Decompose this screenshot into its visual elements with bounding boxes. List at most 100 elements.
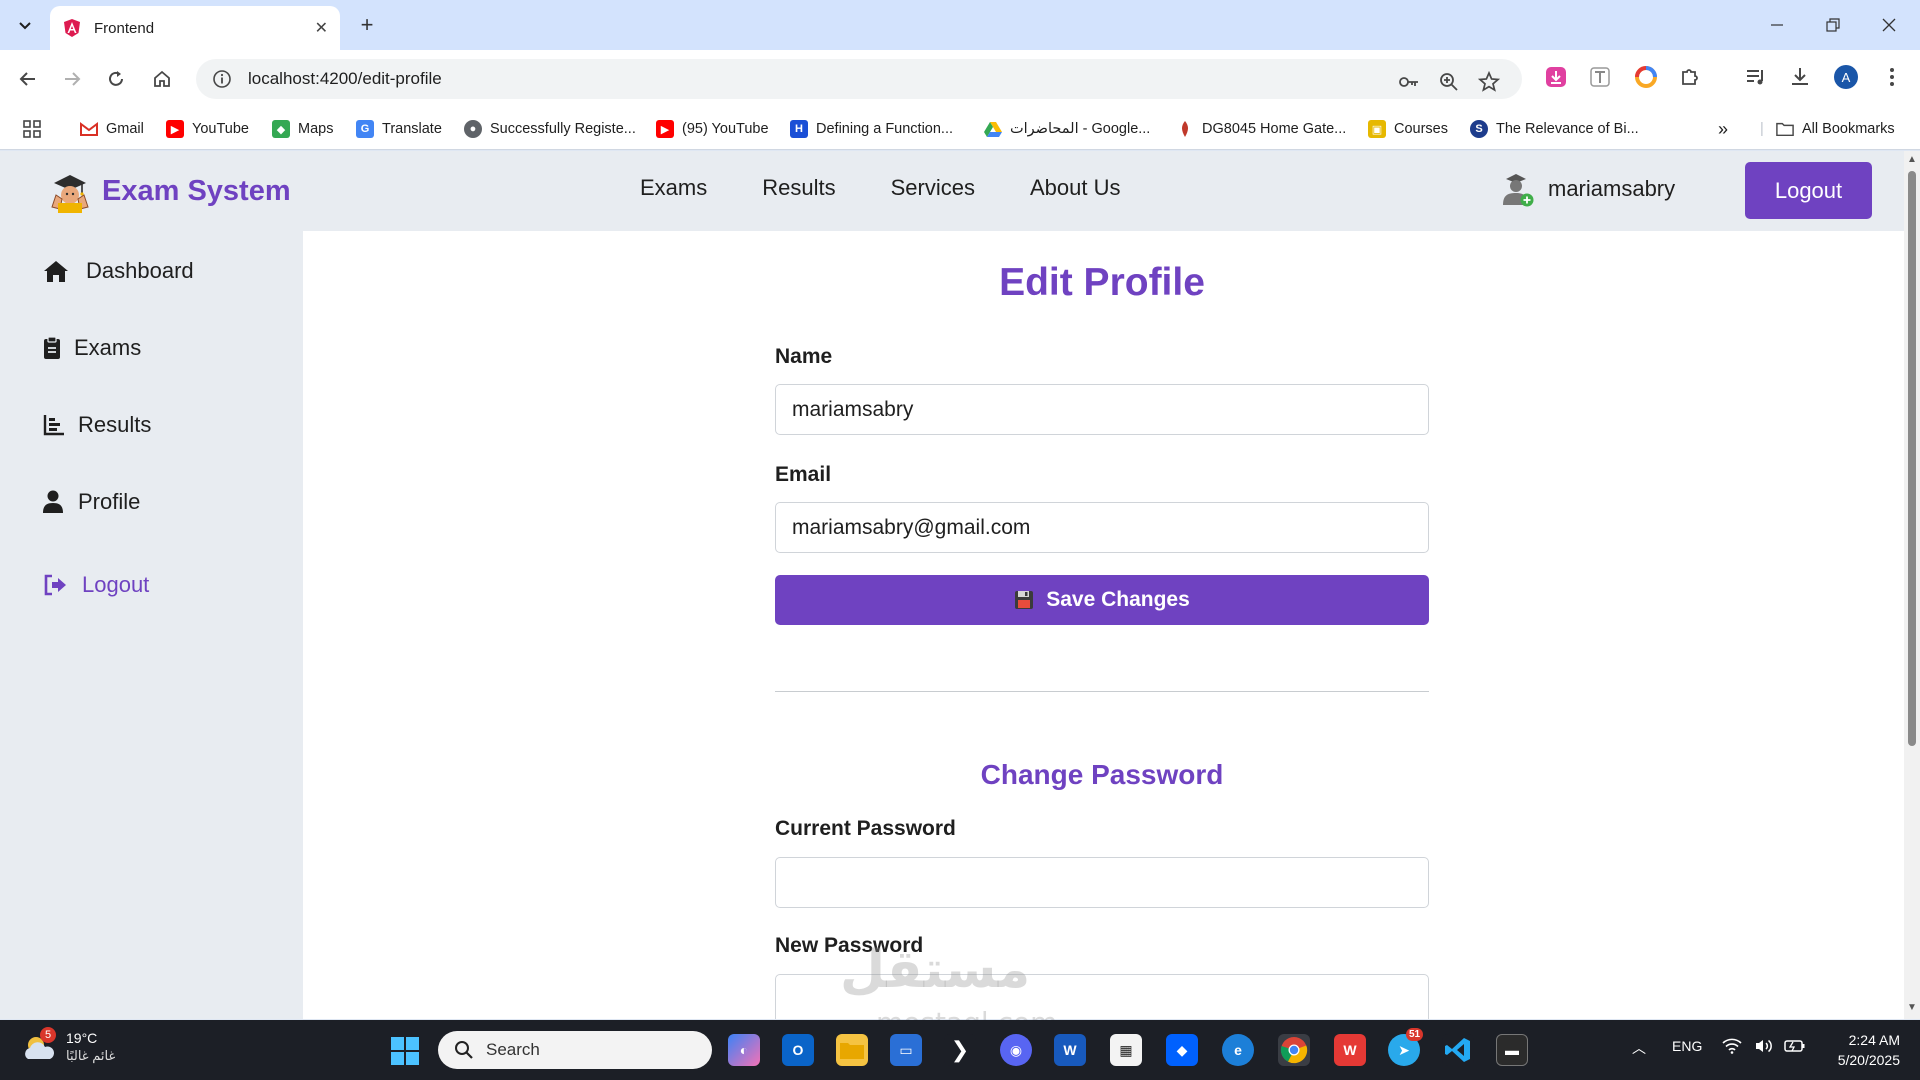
volume-icon[interactable] [1754,1038,1774,1057]
bookmark-defining-function[interactable]: H Defining a Function... [790,118,953,140]
bookmark-gmail[interactable]: Gmail [80,118,144,140]
profile-avatar[interactable]: A [1832,63,1860,91]
browser-tab-active[interactable]: Frontend ✕ [50,6,340,50]
sidebar-item-dashboard[interactable]: Dashboard [42,257,194,285]
sidebar-item-results[interactable]: Results [42,411,151,439]
restore-button[interactable] [1810,8,1856,42]
user-graduate-icon [1503,174,1534,207]
copilot-icon[interactable]: ◐ [728,1034,760,1066]
app-icon[interactable]: ❯ [944,1034,976,1066]
close-window-button[interactable] [1866,8,1912,42]
bookmark-dg8045[interactable]: DG8045 Home Gate... [1176,118,1346,140]
bookmark-youtube[interactable]: ▶ YouTube [166,118,249,140]
url-text[interactable]: localhost:4200/edit-profile [248,69,442,89]
bookmark-relevance[interactable]: S The Relevance of Bi... [1470,118,1639,140]
dropbox-icon[interactable]: ◆ [1166,1034,1198,1066]
bookmarks-separator: | [1760,121,1764,137]
wifi-icon[interactable] [1722,1038,1742,1057]
arrow-right-icon [65,72,81,86]
kebab-menu-icon[interactable] [1878,63,1906,91]
telegram-icon[interactable]: ➤ 51 [1388,1028,1424,1066]
media-control-icon[interactable] [1742,63,1770,91]
email-input[interactable] [775,502,1429,553]
save-changes-button[interactable]: Save Changes [775,575,1429,625]
taskbar-clock[interactable]: 2:24 AM 5/20/2025 [1820,1030,1900,1070]
outlook-icon[interactable]: O [782,1034,814,1066]
apps-grid-icon[interactable] [22,118,42,140]
chrome-icon[interactable] [1278,1034,1310,1066]
bookmark-star-icon[interactable] [1476,69,1502,95]
minimize-button[interactable] [1754,8,1800,42]
home-button[interactable] [146,63,178,95]
temperature: 19°C [66,1030,98,1046]
header-logout-button[interactable]: Logout [1745,162,1872,219]
minimize-icon [1771,24,1783,26]
tab-search-button[interactable] [10,10,40,40]
battery-icon[interactable] [1784,1038,1806,1057]
new-tab-button[interactable]: + [352,10,382,40]
download-extension-icon[interactable] [1542,63,1570,91]
nav-results[interactable]: Results [762,175,835,201]
forward-button[interactable] [56,63,88,95]
tab-close-icon[interactable]: ✕ [315,18,328,38]
reload-button[interactable] [100,63,132,95]
bookmark-maps[interactable]: ◆ Maps [272,118,333,140]
address-bar[interactable]: localhost:4200/edit-profile [196,59,1522,99]
clock-date: 5/20/2025 [1837,1052,1900,1068]
terminal-icon[interactable]: ▬ [1496,1034,1528,1066]
nav-services[interactable]: Services [891,175,975,201]
tab-title: Frontend [94,19,155,37]
name-input[interactable] [775,384,1429,435]
weather-widget[interactable]: 5 19°C غائم غالبًا [22,1027,116,1064]
bookmark-youtube-95[interactable]: ▶ (95) YouTube [656,118,769,140]
scroll-down-arrow-icon[interactable]: ▼ [1907,1003,1917,1013]
edge-icon[interactable]: e [1222,1034,1254,1066]
sidebar-item-profile[interactable]: Profile [42,488,140,516]
browser-toolbar: localhost:4200/edit-profile A [0,50,1920,108]
sidebar-item-exams[interactable]: Exams [42,334,141,362]
vscode-icon[interactable] [1442,1034,1474,1066]
page-scrollbar[interactable]: ▲ ▼ [1904,151,1920,1019]
file-explorer-icon[interactable] [836,1034,868,1066]
home-icon [42,257,70,285]
wps-office-icon[interactable]: W [1334,1034,1366,1066]
email-label: Email [775,463,832,486]
zoom-icon[interactable] [1436,69,1462,95]
chevron-down-icon [19,22,31,30]
word-icon[interactable]: W [1054,1034,1086,1066]
folder-icon [1776,120,1794,138]
text-extension-icon[interactable] [1586,63,1614,91]
current-password-input[interactable] [775,857,1429,908]
weather-condition: غائم غالبًا [66,1048,116,1063]
start-button[interactable] [390,1036,420,1066]
back-button[interactable] [12,63,44,95]
downloads-icon[interactable] [1786,63,1814,91]
password-key-icon[interactable] [1396,69,1422,95]
language-indicator[interactable]: ENG [1672,1038,1702,1054]
bookmark-google-drive[interactable]: المحاضرات - Google... [984,118,1150,140]
sidebar-item-logout[interactable]: Logout [42,571,149,599]
more-bookmarks-icon[interactable]: » [1718,118,1728,140]
microsoft-store-icon[interactable]: ▦ [1110,1034,1142,1066]
extensions-puzzle-icon[interactable] [1676,63,1704,91]
scroll-up-arrow-icon[interactable]: ▲ [1907,155,1917,165]
bar-chart-icon [42,411,66,439]
site-info-icon[interactable] [212,69,232,89]
discord-icon[interactable]: ◉ [1000,1034,1032,1066]
nav-exams[interactable]: Exams [640,175,707,201]
tray-overflow-chevron-icon[interactable]: ︿ [1632,1038,1646,1058]
taskbar-search[interactable]: Search [438,1031,712,1069]
remote-desktop-icon[interactable]: ▭ [890,1034,922,1066]
weather-badge: 5 [40,1027,56,1043]
brand[interactable]: Exam System [48,169,291,213]
user-menu[interactable]: mariamsabry [1500,171,1675,207]
bookmark-registered[interactable]: ● Successfully Registe... [464,118,636,140]
all-bookmarks-button[interactable]: All Bookmarks [1776,118,1895,140]
scrollbar-thumb[interactable] [1908,171,1916,746]
bookmark-translate[interactable]: G Translate [356,118,442,140]
nav-about-us[interactable]: About Us [1030,175,1121,201]
color-extension-icon[interactable] [1632,63,1660,91]
bookmarks-bar: Gmail ▶ YouTube ◆ Maps G Translate ● Suc… [0,108,1920,150]
bookmark-courses[interactable]: ▣ Courses [1368,118,1448,140]
current-password-label: Current Password [775,817,956,840]
